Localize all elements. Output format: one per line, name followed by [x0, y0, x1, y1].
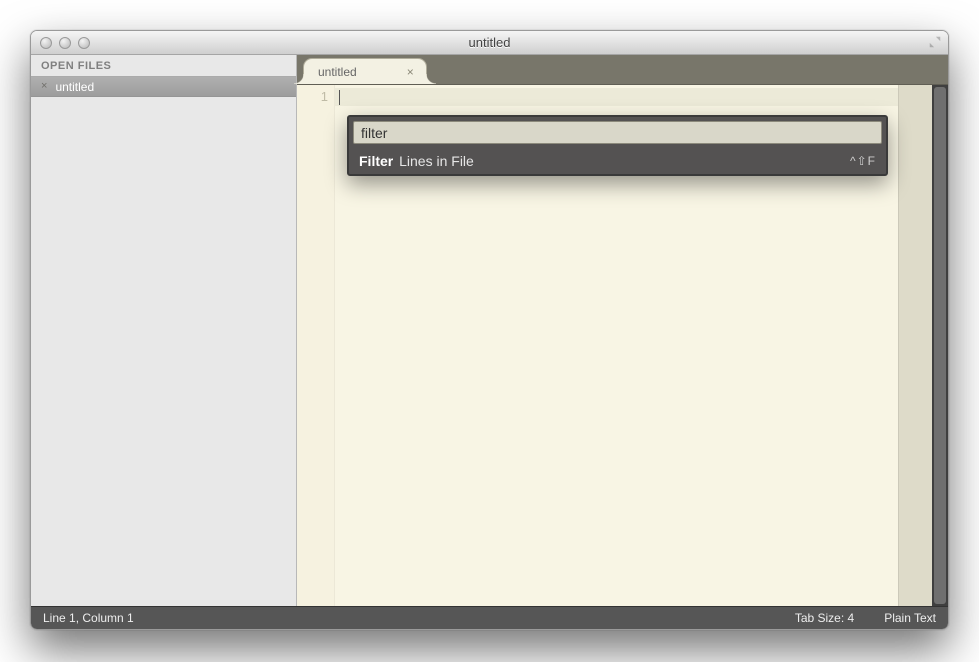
app-window: untitled OPEN FILES × untitled untitled …	[30, 30, 949, 630]
editor: 1 Filter Lines in File	[297, 85, 948, 606]
command-palette-result[interactable]: Filter Lines in File ^⇧F	[349, 148, 886, 174]
status-tab-size[interactable]: Tab Size: 4	[795, 611, 854, 625]
command-palette-input[interactable]	[353, 121, 882, 144]
titlebar: untitled	[31, 31, 948, 55]
gutter: 1	[297, 85, 335, 606]
editor-area: untitled × 1	[297, 55, 948, 606]
minimap[interactable]	[898, 85, 932, 606]
command-palette-result-text: Filter Lines in File	[359, 153, 474, 169]
tab-close-icon[interactable]: ×	[407, 65, 414, 79]
open-file-label: untitled	[55, 80, 94, 94]
status-cursor-position[interactable]: Line 1, Column 1	[43, 611, 134, 625]
rest-text: Lines in File	[395, 153, 474, 169]
current-line-highlight	[335, 88, 898, 106]
command-palette: Filter Lines in File ^⇧F	[347, 115, 888, 176]
open-file-item[interactable]: × untitled	[31, 76, 296, 97]
text-caret	[339, 90, 340, 105]
scrollbar-thumb[interactable]	[934, 87, 946, 604]
window-body: OPEN FILES × untitled untitled × 1	[31, 55, 948, 606]
close-file-icon[interactable]: ×	[41, 81, 47, 92]
fullscreen-icon[interactable]	[928, 35, 942, 49]
command-shortcut: ^⇧F	[850, 154, 876, 168]
sidebar: OPEN FILES × untitled	[31, 55, 297, 606]
tab-label: untitled	[318, 65, 357, 79]
status-syntax[interactable]: Plain Text	[884, 611, 936, 625]
gutter-line-number: 1	[297, 89, 328, 104]
tab-bar: untitled ×	[297, 55, 948, 85]
match-text: Filter	[359, 153, 393, 169]
open-files-header: OPEN FILES	[31, 55, 296, 76]
tab-untitled[interactable]: untitled ×	[303, 58, 427, 84]
status-bar: Line 1, Column 1 Tab Size: 4 Plain Text	[31, 606, 948, 629]
vertical-scrollbar[interactable]	[932, 85, 948, 606]
window-title: untitled	[31, 35, 948, 50]
